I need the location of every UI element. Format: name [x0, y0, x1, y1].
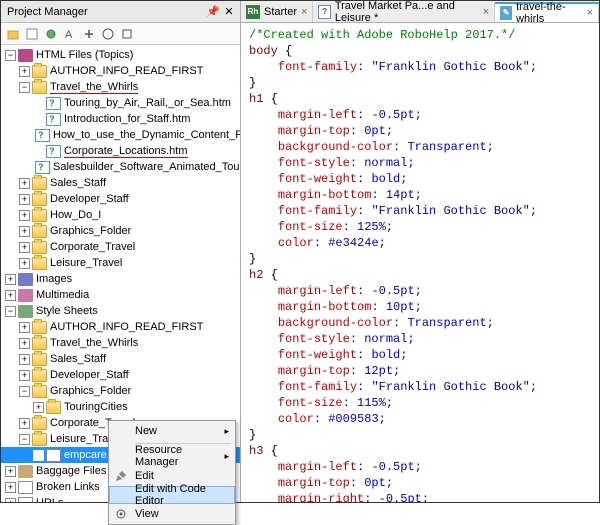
menu-new[interactable]: New▸: [109, 421, 235, 441]
tree-salesbuilder[interactable]: Salesbuilder_Software_Animated_Tour.htm: [1, 159, 240, 175]
folder-icon: [32, 81, 47, 94]
context-menu: New▸ Resource Manager▸ Edit Edit with Co…: [108, 420, 236, 525]
tree-ss-graphics[interactable]: −Graphics_Folder: [1, 383, 240, 399]
tab-close-icon[interactable]: ×: [483, 6, 489, 18]
tree-howto[interactable]: How_to_use_the_Dynamic_Content_Filters.h…: [1, 127, 240, 143]
tab-travel-whirls[interactable]: ✎ travel-the-whirls ×: [495, 2, 599, 22]
folder-icon: [46, 401, 61, 414]
tree-dev-staff[interactable]: +Developer_Staff: [1, 191, 240, 207]
code-comment: /*Created with Adobe RoboHelp 2017.*/: [249, 28, 515, 42]
toolbar-icon-7[interactable]: [119, 26, 135, 42]
tree-sales-staff[interactable]: +Sales_Staff: [1, 175, 240, 191]
tree-style-sheets[interactable]: −Style Sheets: [1, 303, 240, 319]
toolbar-icon-3[interactable]: [43, 26, 59, 42]
tree-ss-touring-cities[interactable]: +TouringCities: [1, 399, 240, 415]
folder-icon: [32, 241, 47, 254]
book-icon: [18, 273, 33, 286]
tree-touring[interactable]: Touring_by_Air,_Rail,_or_Sea.htm: [1, 95, 240, 111]
pin-icon[interactable]: 📌: [206, 5, 220, 19]
folder-icon: [32, 257, 47, 270]
tree-ss-author[interactable]: +AUTHOR_INFO_READ_FIRST: [1, 319, 240, 335]
folder-icon: [32, 417, 47, 430]
tree-graphics[interactable]: +Graphics_Folder: [1, 223, 240, 239]
tab-starter[interactable]: Rh Starter ×: [241, 2, 313, 22]
htm-icon: [35, 161, 50, 174]
link-icon: [18, 481, 33, 494]
toolbar-icon-1[interactable]: [5, 26, 21, 42]
tree-leisure-travel[interactable]: +Leisure_Travel: [1, 255, 240, 271]
folder-icon: [32, 193, 47, 206]
book-icon: [18, 49, 33, 62]
svg-text:A: A: [65, 29, 73, 41]
book-icon: [18, 305, 33, 318]
tree-author-info[interactable]: +AUTHOR_INFO_READ_FIRST: [1, 63, 240, 79]
tab-close-icon[interactable]: ×: [587, 7, 593, 19]
code-editor[interactable]: /*Created with Adobe RoboHelp 2017.*/ bo…: [241, 23, 599, 502]
htm-icon: [46, 97, 61, 110]
htm-icon: [46, 145, 61, 158]
eye-icon: [114, 507, 128, 521]
toolbar-icon-6[interactable]: [100, 26, 116, 42]
pencil-icon: [114, 469, 128, 483]
tree-ss-travel[interactable]: +Travel_the_Whirls: [1, 335, 240, 351]
tree-images[interactable]: +Images: [1, 271, 240, 287]
folder-icon: [32, 337, 47, 350]
tree-intro[interactable]: Introduction_for_Staff.htm: [1, 111, 240, 127]
code-selector: body: [249, 44, 278, 58]
panel-header: Project Manager 📌 ✕: [1, 1, 240, 23]
folder-icon: [32, 209, 47, 222]
code-selector: h3: [249, 444, 263, 458]
editor-tabs: Rh Starter × ? Travel Market Pa...e and Lei…: [241, 1, 599, 23]
tree-html-files[interactable]: −HTML Files (Topics): [1, 47, 240, 63]
css-tab-icon: ✎: [500, 6, 512, 20]
book-icon: [18, 465, 33, 478]
toolbar-icon-5[interactable]: [81, 26, 97, 42]
folder-icon: [32, 369, 47, 382]
htm-icon: [35, 129, 50, 142]
tree-travel-whirls[interactable]: −Travel_the_Whirls: [1, 79, 240, 95]
tab-travel-market[interactable]: ? Travel Market Pa...e and Leisure * ×: [313, 2, 495, 22]
menu-view[interactable]: View: [109, 504, 235, 524]
folder-icon: [32, 385, 47, 398]
toolbar-icon-4[interactable]: A: [62, 26, 78, 42]
htm-icon: [46, 113, 61, 126]
robohelp-icon: Rh: [246, 5, 260, 19]
tab-label: travel-the-whirls: [516, 1, 582, 23]
code-selector: h1: [249, 92, 263, 106]
folder-icon: [32, 321, 47, 334]
tree-ss-sales[interactable]: +Sales_Staff: [1, 351, 240, 367]
tree-how-do-i[interactable]: +How_Do_I: [1, 207, 240, 223]
folder-icon: [32, 177, 47, 190]
menu-edit-code[interactable]: Edit with Code Editor: [109, 486, 235, 504]
tree-ss-dev[interactable]: +Developer_Staff: [1, 367, 240, 383]
htm-tab-icon: ?: [318, 5, 330, 19]
panel-title: Project Manager: [5, 6, 206, 18]
css-icon: [46, 449, 61, 462]
menu-resource-manager[interactable]: Resource Manager▸: [109, 446, 235, 466]
tree-corp-loc[interactable]: Corporate_Locations.htm: [1, 143, 240, 159]
submenu-arrow-icon: ▸: [224, 426, 229, 437]
close-icon[interactable]: ✕: [222, 5, 236, 19]
folder-icon: [32, 353, 47, 366]
submenu-arrow-icon: ▸: [224, 451, 229, 462]
url-icon: [18, 497, 33, 503]
tree-multimedia[interactable]: +Multimedia: [1, 287, 240, 303]
project-toolbar: A: [1, 23, 240, 45]
folder-icon: [32, 433, 47, 446]
book-icon: [18, 289, 33, 302]
folder-icon: [32, 65, 47, 78]
code-selector: h2: [249, 268, 263, 282]
tab-close-icon[interactable]: ×: [301, 6, 307, 18]
tab-label: Starter: [264, 6, 297, 18]
tree-corp-travel[interactable]: +Corporate_Travel: [1, 239, 240, 255]
tab-label: Travel Market Pa...e and Leisure *: [335, 1, 479, 23]
folder-icon: [32, 225, 47, 238]
toolbar-icon-2[interactable]: [24, 26, 40, 42]
